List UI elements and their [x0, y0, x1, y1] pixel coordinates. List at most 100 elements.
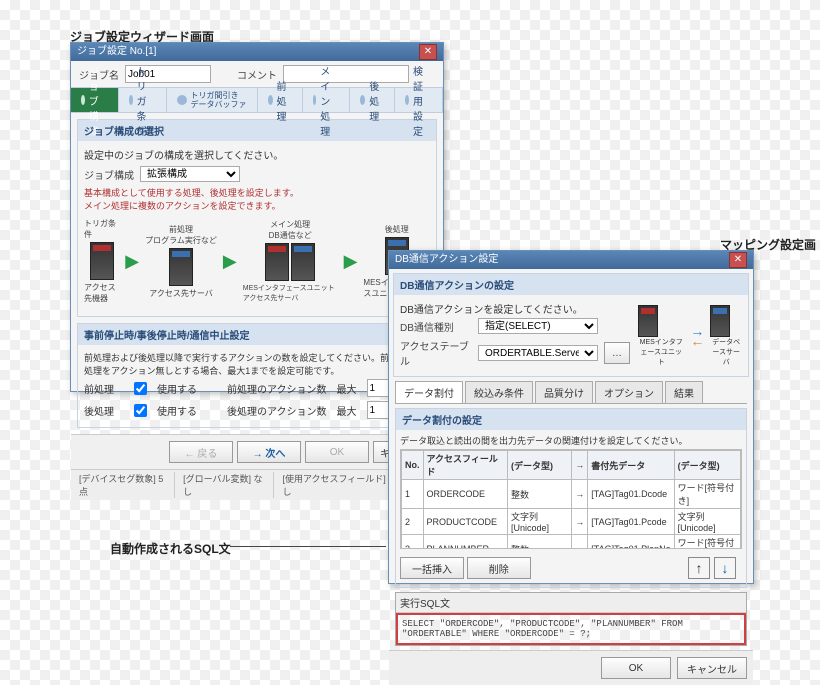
table-cell[interactable]: → — [572, 480, 588, 509]
table-cell[interactable]: → — [572, 509, 588, 535]
table-cell[interactable]: 整数 — [508, 480, 572, 509]
status-item: [デバイスセグ数象] 5点 — [75, 472, 175, 498]
tab-pre[interactable]: 前処理 — [258, 88, 303, 112]
comm-type-select[interactable]: 指定(SELECT) — [478, 318, 598, 334]
wizard-titlebar: ジョブ設定 No.[1] ✕ — [71, 43, 443, 61]
instruction-text: 前処理および後処理以降で実行するアクションの数を設定してください。前処理と後処理… — [84, 351, 430, 377]
scroll-down-button[interactable]: ↓ — [714, 557, 736, 579]
table-cell[interactable]: ワード[符号付き] — [674, 535, 740, 550]
table-cell[interactable]: ORDERCODE — [423, 480, 508, 509]
tab-label: 前処理 — [277, 78, 292, 123]
flow-diagram: トリガ条件 アクセス先機器 ▶ 前処理 プログラム実行など アクセス先サーバ ▶… — [84, 212, 430, 310]
post-use-checkbox[interactable] — [134, 404, 147, 417]
close-button[interactable]: ✕ — [419, 44, 437, 60]
subtab-map[interactable]: データ割付 — [395, 381, 463, 403]
table-cell[interactable]: PLANNUMBER — [423, 535, 508, 550]
flow-label: メイン処理 DB通信など — [269, 219, 312, 241]
group-header: データ割付の設定 — [396, 409, 746, 430]
sql-box: 実行SQL文 SELECT "ORDERCODE", "PRODUCTCODE"… — [395, 592, 747, 646]
table-row[interactable]: 1ORDERCODE整数→[TAG]Tag01.Dcodeワード[符号付き] — [402, 480, 741, 509]
device-label: アクセス先サーバ — [149, 288, 213, 299]
job-config-select[interactable]: 拡張構成 — [140, 166, 240, 182]
table-cell[interactable]: 3 — [402, 535, 424, 550]
subtab-option[interactable]: オプション — [595, 381, 663, 403]
tab-main[interactable]: メイン処理 — [303, 88, 351, 112]
sql-header: 実行SQL文 — [396, 593, 746, 613]
device-label: MESインタフェースユニット アクセス先サーバ — [243, 283, 338, 303]
use-label: 使用する — [157, 381, 197, 396]
subtab-sort[interactable]: 品質分け — [535, 381, 593, 403]
delete-button[interactable]: 削除 — [467, 557, 531, 579]
helper-text-1: 基本構成として使用する処理、後処理を設定します。 — [84, 186, 430, 199]
flow-label: 前処理 プログラム実行など — [145, 224, 217, 246]
table-row[interactable]: 3PLANNUMBER整数→[TAG]Tag01.PlanNoワード[符号付き] — [402, 535, 741, 550]
col-header: 書付先データ — [588, 451, 674, 480]
status-item: [グローバル変数] なし — [179, 472, 274, 498]
arrow-pair-icon: → ← — [690, 326, 704, 346]
access-table-select[interactable]: ORDERTABLE.Server01 — [478, 345, 598, 361]
tab-verify[interactable]: 検証用設定 — [395, 88, 443, 112]
cancel-button[interactable]: キャンセル — [677, 657, 747, 679]
group-header: 事前停止時/事後停止時/通信中止設定 — [78, 324, 436, 345]
back-button[interactable]: ← 戻る — [169, 441, 233, 463]
table-cell[interactable]: 2 — [402, 509, 424, 535]
table-cell[interactable]: 整数 — [508, 535, 572, 550]
max-label: 最大 — [337, 403, 357, 418]
step-dot-icon — [313, 95, 317, 105]
pre-row: 前処理 使用する 前処理のアクション数 最大 — [84, 377, 430, 399]
job-config-group: ジョブ構成の選択 設定中のジョブの構成を選択してください。 ジョブ構成 拡張構成… — [77, 119, 437, 317]
table-cell[interactable]: [TAG]Tag01.Dcode — [588, 480, 674, 509]
db-action-group: DB通信アクションの設定 DB通信アクションを設定してください。 DB通信種別 … — [393, 273, 749, 377]
arrow-right-icon: ▶ — [125, 251, 139, 272]
post-row: 後処理 使用する 後処理のアクション数 最大 — [84, 399, 430, 421]
ok-button[interactable]: OK — [305, 441, 369, 463]
device-icon — [90, 242, 114, 280]
flow-pre: 前処理 プログラム実行など アクセス先サーバ — [145, 224, 217, 299]
col-header: (データ型) — [508, 451, 572, 480]
max-label: 最大 — [337, 381, 357, 396]
table-cell[interactable]: 1 — [402, 480, 424, 509]
group-header: DB通信アクションの設定 — [394, 274, 748, 295]
table-cell[interactable]: 文字列[Unicode] — [508, 509, 572, 535]
batch-insert-button[interactable]: 一括挿入 — [400, 557, 464, 579]
subtab-result[interactable]: 結果 — [665, 381, 703, 403]
col-header: → — [572, 451, 588, 480]
table-cell[interactable]: [TAG]Tag01.PlanNo — [588, 535, 674, 550]
mapping-table[interactable]: No.アクセスフィールド(データ型)→書付先データ(データ型)1ORDERCOD… — [401, 450, 741, 549]
tab-buffer[interactable]: トリガ間引き データバッファ — [167, 88, 258, 112]
group-header: ジョブ構成の選択 — [78, 120, 436, 141]
device-icon — [291, 243, 315, 281]
scroll-up-button[interactable]: ↑ — [688, 557, 710, 579]
job-config-label: ジョブ構成 — [84, 167, 134, 182]
table-cell[interactable]: 文字列[Unicode] — [674, 509, 740, 535]
table-cell[interactable]: ワード[符号付き] — [674, 480, 740, 509]
callout-line — [230, 546, 386, 547]
browse-button[interactable]: … — [604, 342, 630, 364]
pre-use-checkbox[interactable] — [134, 382, 147, 395]
use-label: 使用する — [157, 403, 197, 418]
tab-label: メイン処理 — [320, 63, 339, 138]
tab-label: 検証用設定 — [413, 63, 432, 138]
device-label: データベースサーバ — [710, 337, 742, 367]
arrow-right-icon: ▶ — [223, 251, 237, 272]
step-dot-icon — [405, 95, 409, 105]
tab-trigger[interactable]: トリガ条件 — [119, 88, 167, 112]
table-cell[interactable]: [TAG]Tag01.Pcode — [588, 509, 674, 535]
comment-input[interactable] — [283, 65, 409, 83]
close-button[interactable]: ✕ — [729, 252, 747, 268]
ok-button[interactable]: OK — [601, 657, 671, 679]
table-cell[interactable]: PRODUCTCODE — [423, 509, 508, 535]
flow-main: メイン処理 DB通信など MESインタフェースユニット アクセス先サーバ — [243, 219, 338, 303]
table-cell[interactable]: → — [572, 535, 588, 550]
table-row[interactable]: 2PRODUCTCODE文字列[Unicode]→[TAG]Tag01.Pcod… — [402, 509, 741, 535]
subtab-filter[interactable]: 絞込み条件 — [465, 381, 533, 403]
tab-post[interactable]: 後処理 — [350, 88, 395, 112]
mapping-subtabs: データ割付 絞込み条件 品質分け オプション 結果 — [395, 381, 747, 404]
access-table-label: アクセステーブル — [400, 338, 472, 368]
tab-label: 後処理 — [369, 78, 384, 123]
next-button[interactable]: → 次へ — [237, 441, 301, 463]
col-header: アクセスフィールド — [423, 451, 508, 480]
step-dot-icon — [268, 95, 273, 105]
device-icon — [169, 248, 193, 286]
tab-job-config[interactable]: ジョブ構成 — [71, 88, 119, 112]
